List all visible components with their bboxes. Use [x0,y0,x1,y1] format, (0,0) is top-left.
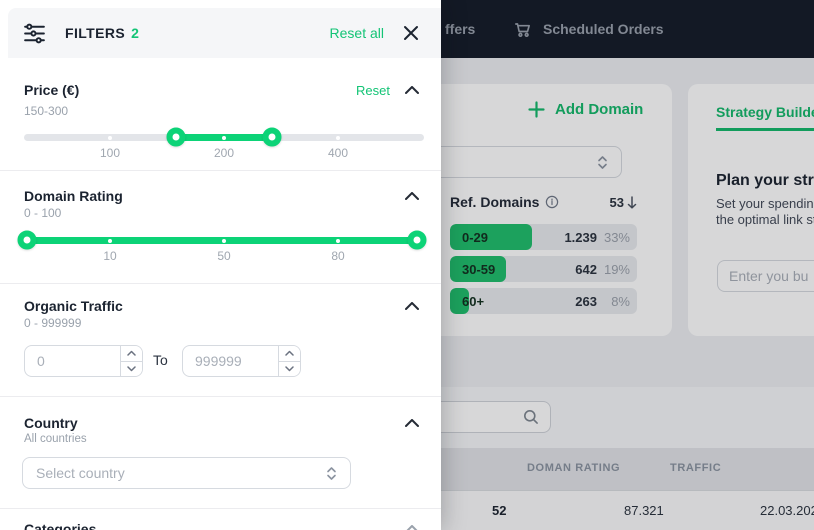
categories-section-title: Categories [24,521,96,530]
slider-tick [108,239,112,243]
tick-label: 10 [88,249,132,263]
domain-rating-collapse-chevron-up-icon[interactable] [405,192,419,200]
tick-label: 50 [202,249,246,263]
reset-all-button[interactable]: Reset all [330,25,384,41]
section-divider [0,283,441,284]
domain-rating-section-title: Domain Rating [24,188,123,204]
slider-tick [222,239,226,243]
section-divider [0,396,441,397]
categories-collapse-chevron-icon[interactable] [405,525,419,530]
domain-rating-slider [24,231,424,249]
country-select[interactable]: Select country [22,457,351,489]
country-select-placeholder: Select country [36,465,326,481]
slider-tick [336,239,340,243]
domain-rating-max-handle[interactable] [407,231,426,250]
tick-label: 100 [88,146,132,160]
organic-traffic-section-title: Organic Traffic [24,298,123,314]
tick-label: 400 [316,146,360,160]
section-divider [0,170,441,171]
price-reset-button[interactable]: Reset [356,83,390,98]
price-range-value: 150-300 [24,104,68,118]
tick-label: 200 [202,146,246,160]
unfold-icon [326,466,337,481]
price-min-handle[interactable] [167,128,186,147]
section-divider [0,508,441,509]
domain-rating-range-value: 0 - 100 [24,206,61,220]
filters-active-count: 2 [131,25,139,41]
price-slider [24,128,424,146]
price-max-handle[interactable] [263,128,282,147]
organic-traffic-collapse-chevron-up-icon[interactable] [405,302,419,310]
organic-traffic-range-value: 0 - 999999 [24,316,81,330]
stepper-up-icon[interactable] [121,346,142,362]
traffic-max-input[interactable] [183,346,278,376]
price-collapse-chevron-up-icon[interactable] [405,86,419,94]
price-section-title: Price (€) [24,82,79,98]
slider-tick [222,136,226,140]
stepper-controls [120,346,142,376]
domain-rating-min-handle[interactable] [18,231,37,250]
filters-icon [22,21,47,46]
stepper-down-icon[interactable] [279,362,300,377]
country-section-title: Country [24,415,78,431]
slider-tick [108,136,112,140]
stepper-up-icon[interactable] [279,346,300,362]
stepper-down-icon[interactable] [121,362,142,377]
to-label: To [153,352,168,368]
country-subtitle: All countries [24,433,87,445]
filters-title: FILTERS [65,25,125,41]
filters-header: FILTERS 2 Reset all [8,8,441,58]
stepper-controls [278,346,300,376]
slider-tick [336,136,340,140]
country-collapse-chevron-up-icon[interactable] [405,419,419,427]
domain-rating-tick-labels: 10 50 80 [24,249,424,263]
tick-label: 80 [316,249,360,263]
app-screen: ffers Scheduled Orders Add Domain [0,0,814,530]
traffic-min-input[interactable] [25,346,120,376]
traffic-max-stepper [182,345,301,377]
close-icon[interactable] [401,23,421,43]
price-tick-labels: 100 200 400 [24,146,424,160]
traffic-min-stepper [24,345,143,377]
filters-drawer: FILTERS 2 Reset all Price (€) Reset 150-… [0,0,441,530]
